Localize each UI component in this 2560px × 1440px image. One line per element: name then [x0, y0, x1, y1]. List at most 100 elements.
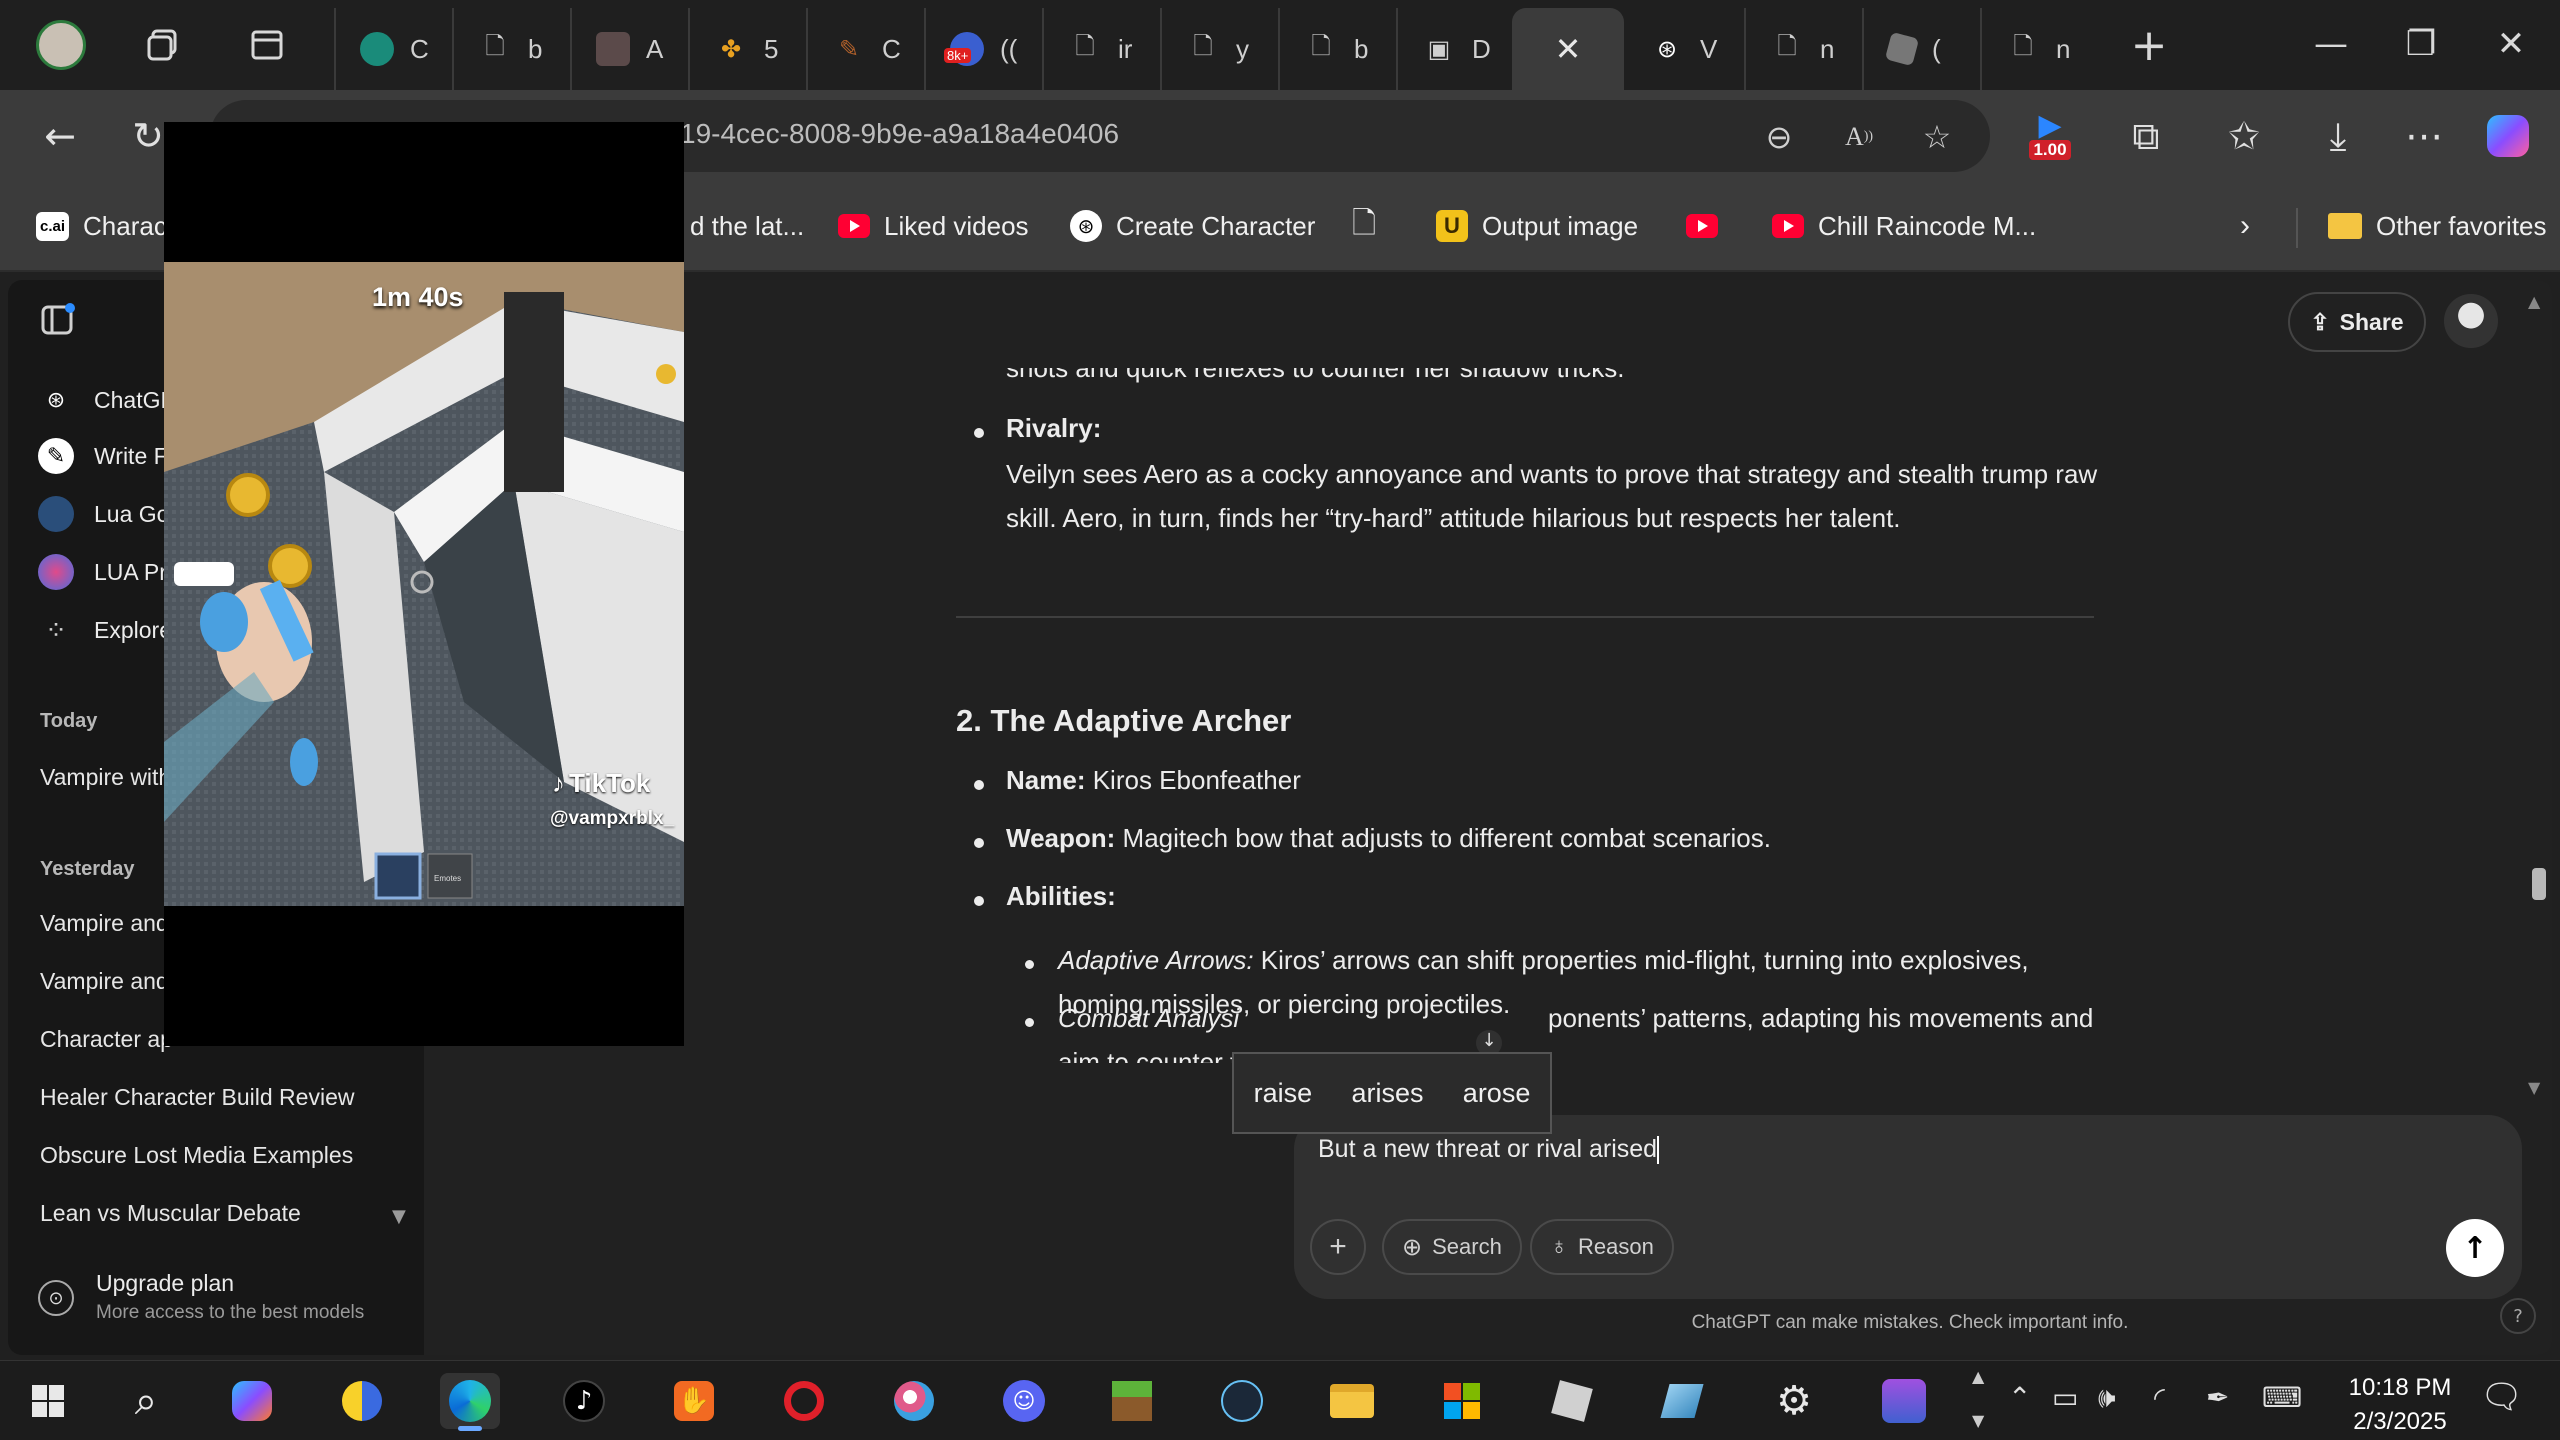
suggestion-arose[interactable]: arose [1463, 1078, 1531, 1109]
taskbar-scroll-up-icon[interactable]: ▲ [1972, 1367, 1984, 1386]
back-arrow-icon[interactable]: ← [28, 106, 92, 166]
scroll-up-caret-icon[interactable]: ▲ [2528, 292, 2540, 311]
profile-avatar-icon[interactable] [34, 18, 88, 72]
roblox-app-icon[interactable] [1542, 1373, 1602, 1429]
clock[interactable]: 10:18 PM 2/3/2025 [2330, 1371, 2470, 1439]
tab-15[interactable]: 🗋 n [1980, 8, 2098, 90]
copilot-taskbar-icon[interactable] [222, 1373, 282, 1429]
edge-browser-icon[interactable] [440, 1373, 500, 1431]
search-button[interactable]: ⊕ Search [1382, 1219, 1522, 1275]
paint-app-icon[interactable] [884, 1373, 944, 1429]
tab-1[interactable]: C [334, 8, 452, 90]
pen-icon[interactable]: ✒ [2206, 1381, 2229, 1414]
read-aloud-icon[interactable]: A)) [1834, 112, 1884, 162]
notifications-icon[interactable]: 🗨 [2480, 1377, 2523, 1417]
user-avatar[interactable] [2444, 294, 2498, 348]
sidebar-item-lua-go[interactable]: Lua Go [38, 492, 169, 536]
tiktok-app-icon[interactable]: ♪ [554, 1373, 614, 1429]
opera-icon[interactable] [774, 1373, 834, 1429]
minecraft-icon[interactable] [1102, 1373, 1162, 1429]
favorite-create-character[interactable]: ⊛ Create Character [1070, 204, 1315, 248]
tab-12[interactable]: ⊛ V [1626, 8, 1744, 90]
sidebar-item-explore[interactable]: ⁘ Explore [38, 608, 172, 652]
steam-icon[interactable] [1212, 1373, 1272, 1429]
settings-gear-icon[interactable]: ⚙ [1764, 1373, 1824, 1429]
favorite-chill-raincode[interactable]: Chill Raincode M... [1772, 204, 2036, 248]
copilot-icon[interactable] [2476, 106, 2540, 166]
new-tab-icon[interactable]: + [2122, 18, 2176, 72]
photos-icon[interactable] [332, 1373, 392, 1429]
favorite-youtube[interactable] [1686, 204, 1718, 248]
sidebar-item-write[interactable]: ✎ Write F [38, 434, 168, 478]
volume-icon[interactable]: 🕪 [2098, 1381, 2116, 1415]
favorite-star-icon[interactable]: ☆ [1912, 112, 1962, 162]
favorite-character-ai[interactable]: c.ai Charact [36, 204, 174, 248]
favorite-output-image[interactable]: U Output image [1436, 204, 1638, 248]
floating-video-player[interactable]: 1m 40s ♪ TikTok @vampxrblx_ Emotes [164, 122, 684, 1046]
tab-3[interactable]: A [570, 8, 688, 90]
vertical-tabs-icon[interactable] [240, 18, 294, 72]
favorite-other-favorites[interactable]: Other favorites [2328, 204, 2547, 248]
tab-14[interactable]: ( [1862, 8, 1980, 90]
discord-icon[interactable]: ☺ [994, 1373, 1054, 1429]
tab-9[interactable]: 🗋 b [1278, 8, 1396, 90]
sidebar-item-lua-pro[interactable]: LUA Pr [38, 550, 167, 594]
show-hidden-icons-icon[interactable]: ⌃ [2008, 1381, 2031, 1414]
tab-5[interactable]: ✎ C [806, 8, 924, 90]
extensions-puzzle-icon[interactable]: ⧉ [2114, 106, 2178, 166]
scroll-down-caret-icon[interactable]: ▼ [392, 1206, 406, 1227]
share-button[interactable]: ⇪ Share [2288, 292, 2426, 352]
favorite-liked-videos[interactable]: Liked videos [838, 204, 1029, 248]
minimize-icon[interactable]: — [2286, 14, 2376, 74]
attach-button[interactable]: + [1310, 1219, 1366, 1275]
tab-4[interactable]: ✤ 5 [688, 8, 806, 90]
chatgpt-icon: ⊛ [1656, 35, 1678, 63]
sidebar-item-chatgpt[interactable]: ⊛ ChatGP [38, 378, 176, 422]
close-tab-icon[interactable]: ✕ [1555, 30, 1582, 68]
upgrade-icon: ⊙ [38, 1280, 74, 1316]
url-text[interactable]: 19-4cec-8008-9b9e-a9a18a4e0406 [680, 118, 1119, 150]
workspaces-icon[interactable] [136, 18, 190, 72]
taskbar-scroll-down-icon[interactable]: ▼ [1972, 1411, 1984, 1430]
zoom-out-icon[interactable]: ⊖ [1754, 112, 1804, 162]
suggestion-raise[interactable]: raise [1254, 1078, 1313, 1109]
favorite-latest[interactable]: d the lat... [690, 204, 804, 248]
message-input[interactable]: But a new threat or rival arised [1318, 1135, 2488, 1187]
wifi-icon[interactable]: ◜ [2154, 1381, 2165, 1414]
reason-button[interactable]: ♁ Reason [1530, 1219, 1674, 1275]
favorites-icon[interactable]: ✩ [2212, 106, 2276, 166]
anime-app-icon[interactable] [1874, 1373, 1934, 1429]
suggestion-arises[interactable]: arises [1351, 1078, 1423, 1109]
tab-7[interactable]: 🗋 ir [1042, 8, 1160, 90]
battery-icon[interactable]: ▭ [2052, 1381, 2078, 1414]
restore-icon[interactable]: ❐ [2376, 14, 2466, 74]
roblox-studio-icon[interactable] [1652, 1373, 1712, 1429]
chat-item[interactable]: Lean vs Muscular Debate [40, 1200, 380, 1227]
tab-active[interactable]: ✕ [1512, 8, 1624, 90]
favorite-page[interactable]: 🗋 [1352, 204, 1376, 248]
favorites-overflow-chevron-icon[interactable]: › [2240, 204, 2250, 248]
send-button[interactable]: ↑ [2446, 1219, 2504, 1277]
more-options-icon[interactable]: ⋯ [2392, 106, 2456, 166]
tab-13[interactable]: 🗋 n [1744, 8, 1862, 90]
sidebar-toggle-icon[interactable] [40, 302, 76, 338]
tab-6[interactable]: 8k+(( [924, 8, 1042, 90]
chat-item[interactable]: Obscure Lost Media Examples [40, 1142, 380, 1169]
close-window-icon[interactable]: ✕ [2466, 14, 2556, 74]
scroll-down-caret-icon[interactable]: ▼ [2528, 1078, 2540, 1097]
keyboard-icon[interactable]: ⌨ [2262, 1381, 2302, 1414]
tab-8[interactable]: 🗋 y [1160, 8, 1278, 90]
extension-badge[interactable]: ▶ 1.00 [2018, 106, 2082, 166]
hand-app-icon[interactable]: ✋ [664, 1373, 724, 1429]
downloads-icon[interactable]: ⤓ [2306, 106, 2370, 166]
chat-item[interactable]: Healer Character Build Review [40, 1084, 380, 1111]
help-button[interactable]: ? [2500, 1298, 2536, 1334]
file-explorer-icon[interactable] [1322, 1373, 1382, 1429]
upgrade-plan[interactable]: ⊙ Upgrade plan More access to the best m… [38, 1270, 398, 1340]
scrollbar-thumb[interactable] [2532, 868, 2546, 900]
tab-10[interactable]: ▣ D [1396, 8, 1514, 90]
tab-2[interactable]: 🗋 b [452, 8, 570, 90]
start-windows-icon[interactable] [18, 1373, 78, 1429]
search-icon[interactable]: ⌕ [116, 1373, 176, 1429]
microsoft-store-icon[interactable] [1432, 1373, 1492, 1429]
